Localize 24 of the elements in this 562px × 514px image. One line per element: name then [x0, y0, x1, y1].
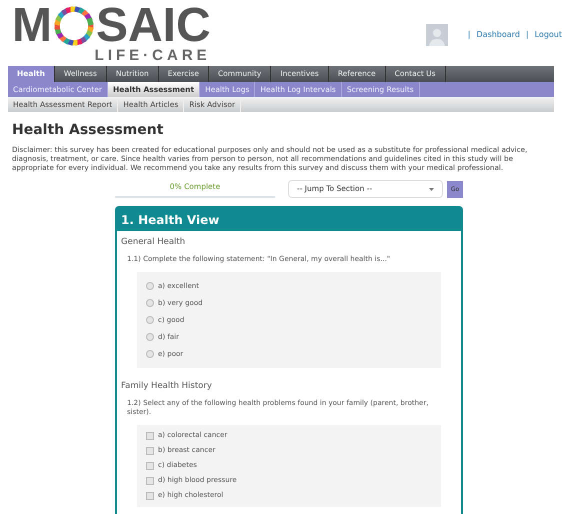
checkbox[interactable]: [146, 476, 154, 484]
caret-icon: [429, 188, 434, 190]
logo-text: SAIC: [96, 4, 211, 48]
radio-button[interactable]: [146, 282, 154, 290]
radio-button[interactable]: [146, 316, 154, 324]
group-heading: Family Health History: [121, 380, 213, 392]
header-link[interactable]: Logout: [534, 29, 562, 41]
checkbox[interactable]: [146, 492, 154, 500]
logo-text: M: [12, 4, 52, 48]
separator: |: [468, 29, 470, 41]
checkbox[interactable]: [146, 446, 154, 454]
checkbox[interactable]: [146, 462, 154, 470]
radio-button[interactable]: [146, 332, 154, 341]
radio-button[interactable]: [146, 298, 154, 307]
checkbox[interactable]: [146, 432, 154, 440]
radio-button[interactable]: [146, 350, 154, 358]
separator: |: [526, 29, 529, 41]
logo-tagline: LIFE·CARE: [94, 48, 211, 64]
page-title: Health Assessment: [12, 121, 164, 140]
header-link[interactable]: Dashboard: [476, 29, 520, 41]
mosaic-ring-icon: [52, 4, 96, 48]
section-title: 1. Health View: [121, 212, 220, 228]
avatar-icon: [426, 24, 448, 46]
group-heading: General Health: [121, 236, 186, 249]
